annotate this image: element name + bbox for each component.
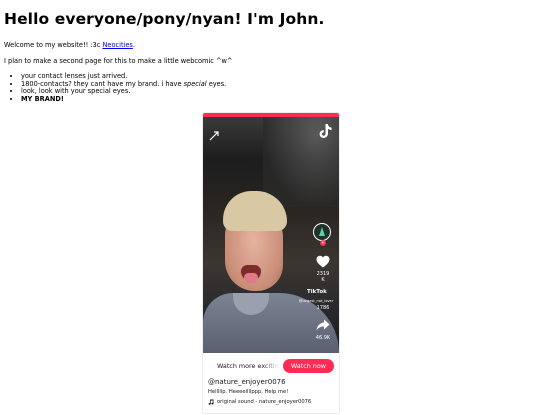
watermark-username: @largest_nat_lover	[298, 299, 334, 303]
list-item-strong: MY BRAND!	[21, 94, 64, 103]
video-player[interactable]: + 2319 K TikTok @largest_nat_lover 1786 …	[203, 117, 339, 353]
comment-count: 1786	[316, 305, 330, 311]
tiktok-watermark: TikTok	[307, 289, 327, 295]
video-person-tongue	[244, 273, 258, 283]
sound-row[interactable]: original sound - nature_enjoyer0076	[208, 399, 334, 405]
page: Hello everyone/pony/nyan! I'm John. Welc…	[0, 10, 540, 103]
watch-now-button[interactable]: Watch now	[282, 359, 334, 373]
welcome-text: Welcome to my website!! :3c	[4, 41, 103, 49]
creator-avatar[interactable]	[313, 223, 331, 241]
list-item-emphasis: special	[183, 79, 207, 88]
tiktok-logo-icon[interactable]	[319, 123, 333, 139]
list-item: MY BRAND!	[21, 94, 536, 104]
share-icon[interactable]	[316, 319, 330, 331]
bullet-list: your contact lenses just arrived. 1800-c…	[4, 72, 536, 104]
music-note-icon	[208, 399, 214, 405]
share-count: 46.9K	[315, 335, 331, 341]
tree-icon	[319, 227, 325, 236]
like-count-unit: K	[321, 277, 325, 283]
welcome-paragraph: Welcome to my website!! :3c Neocities.	[4, 41, 536, 50]
watch-more-text: Watch more exciting videos	[217, 362, 279, 370]
expand-icon[interactable]	[209, 131, 219, 141]
neocities-link[interactable]: Neocities	[102, 41, 132, 49]
author-username[interactable]: @nature_enjoyer0076	[208, 378, 334, 386]
follow-plus-icon[interactable]: +	[320, 240, 326, 246]
page-title: Hello everyone/pony/nyan! I'm John.	[4, 10, 325, 28]
plan-paragraph: I plan to make a second page for this to…	[4, 57, 233, 65]
tiktok-embed[interactable]: + 2319 K TikTok @largest_nat_lover 1786 …	[202, 112, 340, 414]
heart-icon[interactable]	[316, 255, 330, 268]
like-count: 2319 K	[310, 271, 336, 283]
sound-label: original sound - nature_enjoyer0076	[217, 399, 312, 405]
video-caption: Helllllp. Heeeellllppp. Help me!	[208, 389, 289, 395]
watch-row: Watch more exciting videos Watch now	[203, 356, 339, 376]
list-item-suffix: eyes.	[206, 79, 227, 88]
list-item: look, look with your special eyes.	[21, 88, 536, 96]
video-meta: @nature_enjoyer0076 Helllllp. Heeeellllp…	[203, 376, 339, 405]
welcome-suffix: .	[132, 41, 135, 49]
